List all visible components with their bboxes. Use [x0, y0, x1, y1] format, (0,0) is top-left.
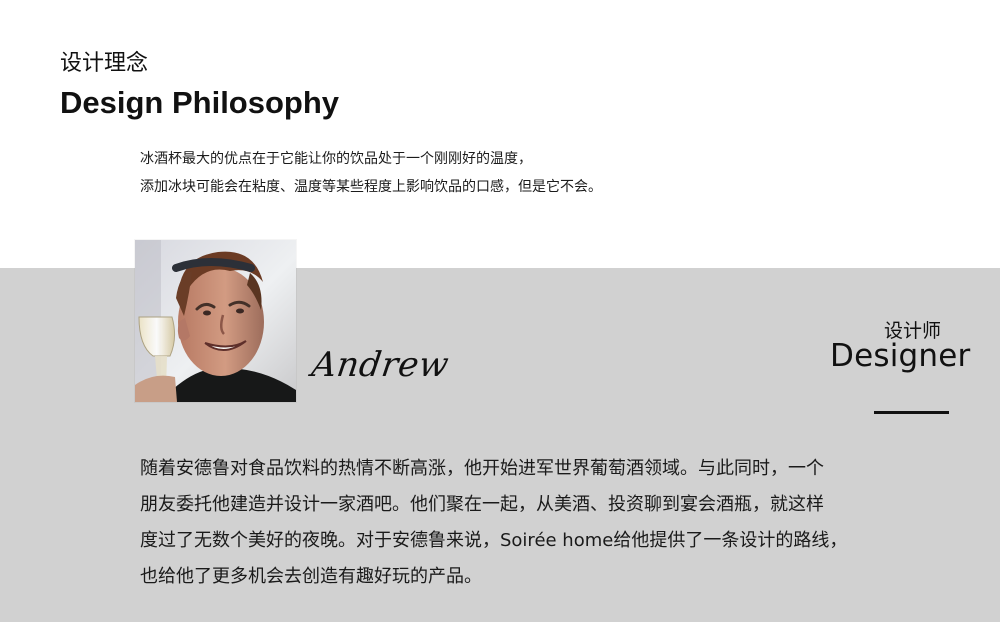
philosophy-line: 添加冰块可能会在粘度、温度等某些程度上影响饮品的口感，但是它不会。 — [140, 179, 602, 195]
biography-line: 随着安德鲁对食品饮料的热情不断高涨，他开始进军世界葡萄酒领域。与此同时，一个 — [140, 458, 824, 479]
biography-line: 度过了无数个美好的夜晚。对于安德鲁来说，Soirée home给他提供了一条设计… — [140, 530, 848, 551]
designer-underline — [874, 411, 949, 414]
biography-line: 朋友委托他建造并设计一家酒吧。他们聚在一起，从美酒、投资聊到宴会酒瓶，就这样 — [140, 494, 824, 515]
designer-signature: Andrew — [309, 345, 452, 385]
designer-label-english: Designer — [830, 338, 971, 374]
biography-line: 也给他了更多机会去创造有趣好玩的产品。 — [140, 566, 482, 587]
portrait-image — [135, 240, 296, 402]
design-philosophy-text: 冰酒杯最大的优点在于它能让你的饮品处于一个刚刚好的温度， 添加冰块可能会在粘度、… — [140, 145, 900, 201]
philosophy-line: 冰酒杯最大的优点在于它能让你的饮品处于一个刚刚好的温度， — [140, 151, 532, 167]
philosophy-section — [0, 0, 1000, 268]
designer-photo — [135, 240, 296, 402]
section-title-chinese: 设计理念 — [60, 51, 149, 76]
section-title-english: Design Philosophy — [60, 85, 340, 120]
designer-biography: 随着安德鲁对食品饮料的热情不断高涨，他开始进军世界葡萄酒领域。与此同时，一个 朋… — [140, 451, 975, 595]
